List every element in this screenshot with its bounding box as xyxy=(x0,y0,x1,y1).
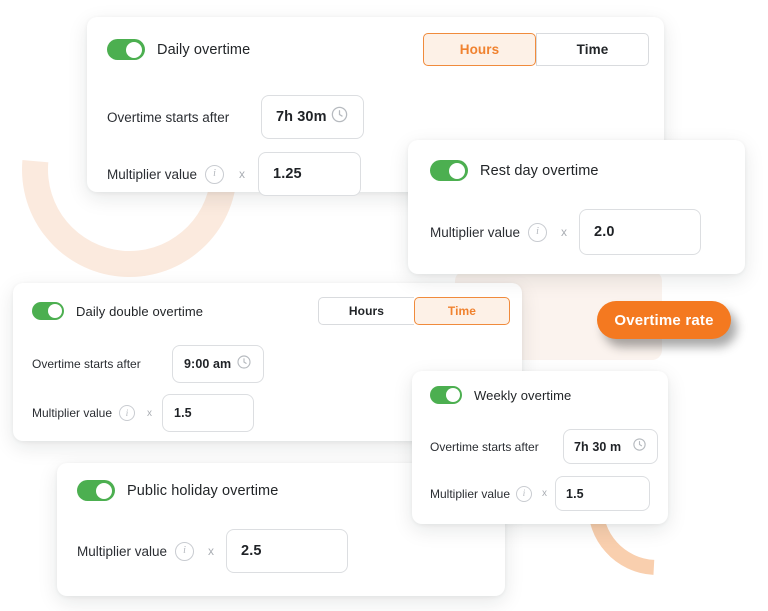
toggle-daily-double-overtime[interactable] xyxy=(32,302,64,320)
segmented-control-hours-time[interactable]: Hours Time xyxy=(423,33,649,66)
field-value: 7h 30m xyxy=(276,109,327,125)
row-multiplier-value: Multiplier value i x 2.0 xyxy=(430,209,702,255)
toggle-weekly-overtime[interactable] xyxy=(430,386,462,404)
info-icon[interactable]: i xyxy=(516,485,533,502)
toggle-knob xyxy=(446,388,460,402)
card-header-left: Weekly overtime xyxy=(430,386,571,404)
multiply-symbol: x xyxy=(239,167,246,181)
field-overtime-starts-after[interactable]: 9:00 am xyxy=(172,345,264,383)
row-overtime-starts-after: Overtime starts after 7h 30 m xyxy=(430,429,658,464)
multiply-symbol: x xyxy=(147,407,153,419)
field-value: 1.25 xyxy=(273,166,302,182)
toggle-knob xyxy=(96,482,112,499)
row-multiplier-value: Multiplier value i x 1.5 xyxy=(32,394,255,432)
row-multiplier-value: Multiplier value i x 1.5 xyxy=(430,476,651,511)
row-label: Multiplier value xyxy=(77,543,168,559)
toggle-daily-overtime[interactable] xyxy=(107,39,145,60)
field-value: 2.5 xyxy=(241,543,262,559)
row-label: Multiplier value xyxy=(430,486,511,501)
card-header: Public holiday overtime xyxy=(77,480,278,501)
field-value: 1.5 xyxy=(566,486,584,501)
clock-icon[interactable] xyxy=(632,437,647,457)
row-label: Multiplier value xyxy=(430,224,521,240)
card-header: Daily overtime Hours Time xyxy=(107,33,649,66)
multiply-symbol: x xyxy=(561,225,568,239)
row-label: Multiplier value xyxy=(107,166,198,182)
row-label: Overtime starts after xyxy=(430,439,539,454)
card-title: Daily overtime xyxy=(157,41,251,58)
field-value: 9:00 am xyxy=(184,357,232,371)
field-value: 2.0 xyxy=(594,224,615,240)
card-header: Weekly overtime xyxy=(430,386,571,404)
row-overtime-starts-after: Overtime starts after 7h 30m xyxy=(107,95,364,139)
overtime-rate-badge-label: Overtime rate xyxy=(614,311,714,329)
field-value: 7h 30 m xyxy=(574,439,622,454)
card-title: Rest day overtime xyxy=(480,162,599,179)
card-header-left: Rest day overtime xyxy=(430,160,599,181)
row-label: Multiplier value xyxy=(32,406,113,420)
card-title: Public holiday overtime xyxy=(127,482,279,499)
card-rest-day-overtime: Rest day overtime Multiplier value i x 2… xyxy=(408,140,745,274)
toggle-rest-day-overtime[interactable] xyxy=(430,160,468,181)
card-weekly-overtime: Weekly overtime Overtime starts after 7h… xyxy=(412,371,668,524)
card-header-left: Daily double overtime xyxy=(32,302,203,320)
segment-hours[interactable]: Hours xyxy=(423,33,536,66)
toggle-knob xyxy=(126,41,142,58)
card-header-left: Daily overtime xyxy=(107,39,250,60)
toggle-knob xyxy=(48,304,62,318)
field-multiplier-value[interactable]: 1.25 xyxy=(258,152,362,196)
row-multiplier-value: Multiplier value i x 2.5 xyxy=(77,529,349,573)
row-multiplier-value: Multiplier value i x 1.25 xyxy=(107,152,362,196)
segment-time[interactable]: Time xyxy=(414,297,510,325)
info-icon[interactable]: i xyxy=(119,405,136,421)
overtime-settings-illustration: Daily overtime Hours Time Overtime start… xyxy=(0,0,768,611)
overtime-rate-badge[interactable]: Overtime rate xyxy=(597,301,731,339)
card-title: Daily double overtime xyxy=(76,303,204,319)
field-overtime-starts-after[interactable]: 7h 30m xyxy=(261,95,364,139)
card-header-left: Public holiday overtime xyxy=(77,480,278,501)
card-header: Daily double overtime Hours Time xyxy=(32,297,510,325)
info-icon[interactable]: i xyxy=(528,222,548,242)
info-icon[interactable]: i xyxy=(175,541,195,561)
card-title: Weekly overtime xyxy=(474,387,572,403)
field-multiplier-value[interactable]: 2.0 xyxy=(579,209,702,255)
info-icon[interactable]: i xyxy=(205,164,225,184)
clock-icon[interactable] xyxy=(330,105,349,129)
segment-hours[interactable]: Hours xyxy=(318,297,414,325)
clock-icon[interactable] xyxy=(236,354,252,375)
multiply-symbol: x xyxy=(542,488,548,499)
field-overtime-starts-after[interactable]: 7h 30 m xyxy=(563,429,658,464)
row-label: Overtime starts after xyxy=(32,357,141,371)
segmented-control-hours-time[interactable]: Hours Time xyxy=(318,297,510,325)
field-multiplier-value[interactable]: 1.5 xyxy=(555,476,651,511)
toggle-knob xyxy=(449,162,465,179)
field-multiplier-value[interactable]: 1.5 xyxy=(162,394,255,432)
row-label: Overtime starts after xyxy=(107,109,230,125)
field-multiplier-value[interactable]: 2.5 xyxy=(226,529,349,573)
segment-time[interactable]: Time xyxy=(536,33,649,66)
row-overtime-starts-after: Overtime starts after 9:00 am xyxy=(32,345,264,383)
field-value: 1.5 xyxy=(174,406,192,420)
toggle-public-holiday-overtime[interactable] xyxy=(77,480,115,501)
multiply-symbol: x xyxy=(208,544,215,558)
card-header: Rest day overtime xyxy=(430,160,599,181)
